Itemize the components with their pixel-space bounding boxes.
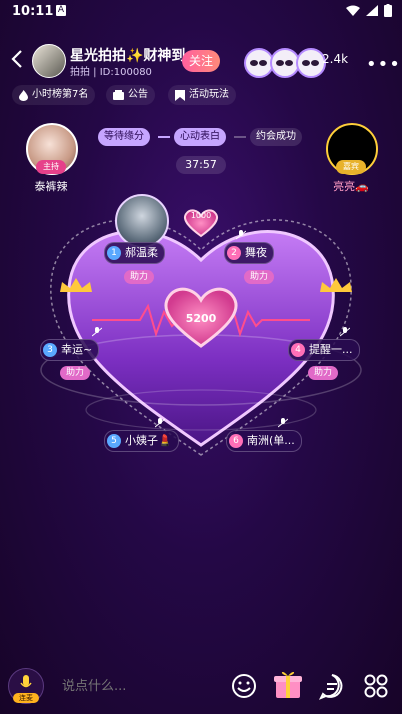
seat-number: 5 [107,434,121,448]
seat-2[interactable]: 2 舞夜 [224,242,274,264]
seat-1-help-button[interactable]: 助力 [124,270,155,284]
hourly-rank-chip[interactable]: 小时榜第7名 [12,85,96,105]
seat-number: 1 [107,246,121,260]
seat-name: 郝温柔 [125,246,158,259]
seat-name: 舞夜 [245,246,267,259]
mic-off-icon [155,418,165,428]
back-icon[interactable] [10,50,24,68]
guest-tag: 嘉宾 [336,160,366,174]
seat-6[interactable]: 6 南洲(单... [226,430,302,452]
announcement-icon [113,90,124,100]
seat-3[interactable]: 3 幸运~ [40,339,100,361]
status-icons [346,4,392,17]
mic-off-icon [236,230,246,240]
room-title: 星光拍拍✨财神到 [70,48,186,64]
stage-success: 约会成功 [250,128,302,146]
activity-chip[interactable]: 活动玩法 [168,85,236,105]
seat-name: 小姨子💄 [125,434,172,447]
message-icon[interactable] [318,672,346,700]
chip-label: 公告 [128,89,148,100]
mic-off-icon [92,327,102,337]
bookmark-icon [175,89,185,101]
voice-tag: 连麦 [13,693,39,703]
stage-connector [234,136,246,138]
more-icon[interactable]: ••• [366,54,401,75]
room-avatar[interactable] [32,44,66,78]
seat-number: 2 [227,246,241,260]
clock: 10:11 [12,4,54,19]
seat-4-help-button[interactable]: 助力 [308,366,339,380]
mic-off-icon [340,327,350,337]
seat-1-avatar[interactable] [115,194,169,248]
follow-button[interactable]: 关注 [182,50,220,72]
stage-waiting: 等待缘分 [98,128,150,146]
emoji-icon[interactable] [230,672,258,700]
seat-number: 6 [229,434,243,448]
fire-icon [19,89,28,101]
stage-connector [158,136,170,138]
room-id: 拍拍 | ID:100080 [70,67,152,78]
countdown-timer: 37:57 [176,156,226,174]
seat-name: 南洲(单... [247,434,295,447]
battery-icon [384,4,392,17]
chip-label: 活动玩法 [189,89,229,100]
seat-number: 4 [291,343,305,357]
top-heart-value: 1000 [190,211,212,220]
stage-confession: 心动表白 [174,128,226,146]
audience-count[interactable]: 2.4k [322,52,348,66]
announcement-chip[interactable]: 公告 [106,85,155,105]
seat-number: 3 [43,343,57,357]
chat-input[interactable] [52,671,234,703]
gift-icon[interactable] [272,668,304,700]
seat-1[interactable]: 1 郝温柔 [104,242,165,264]
seat-4[interactable]: 4 提醒一... [288,339,360,361]
menu-grid-icon[interactable] [362,672,390,700]
chip-label: 小时榜第7名 [32,89,89,100]
wifi-icon [346,5,360,16]
seat-2-help-button[interactable]: 助力 [244,270,275,284]
seat-3-help-button[interactable]: 助力 [60,366,91,380]
mic-off-icon [278,418,288,428]
status-bar: 10:11 A [0,0,402,24]
signal-icon [366,5,378,16]
microphone-icon [20,675,32,688]
center-heart-value: 5200 [185,312,217,325]
host-tag: 主持 [36,160,66,174]
seat-5[interactable]: 5 小姨子💄 [104,430,179,452]
voice-connect-button[interactable]: 连麦 [8,668,44,704]
seat-name: 提醒一... [309,343,353,356]
seat-name: 幸运~ [61,343,93,356]
notification-icon: A [56,5,66,16]
